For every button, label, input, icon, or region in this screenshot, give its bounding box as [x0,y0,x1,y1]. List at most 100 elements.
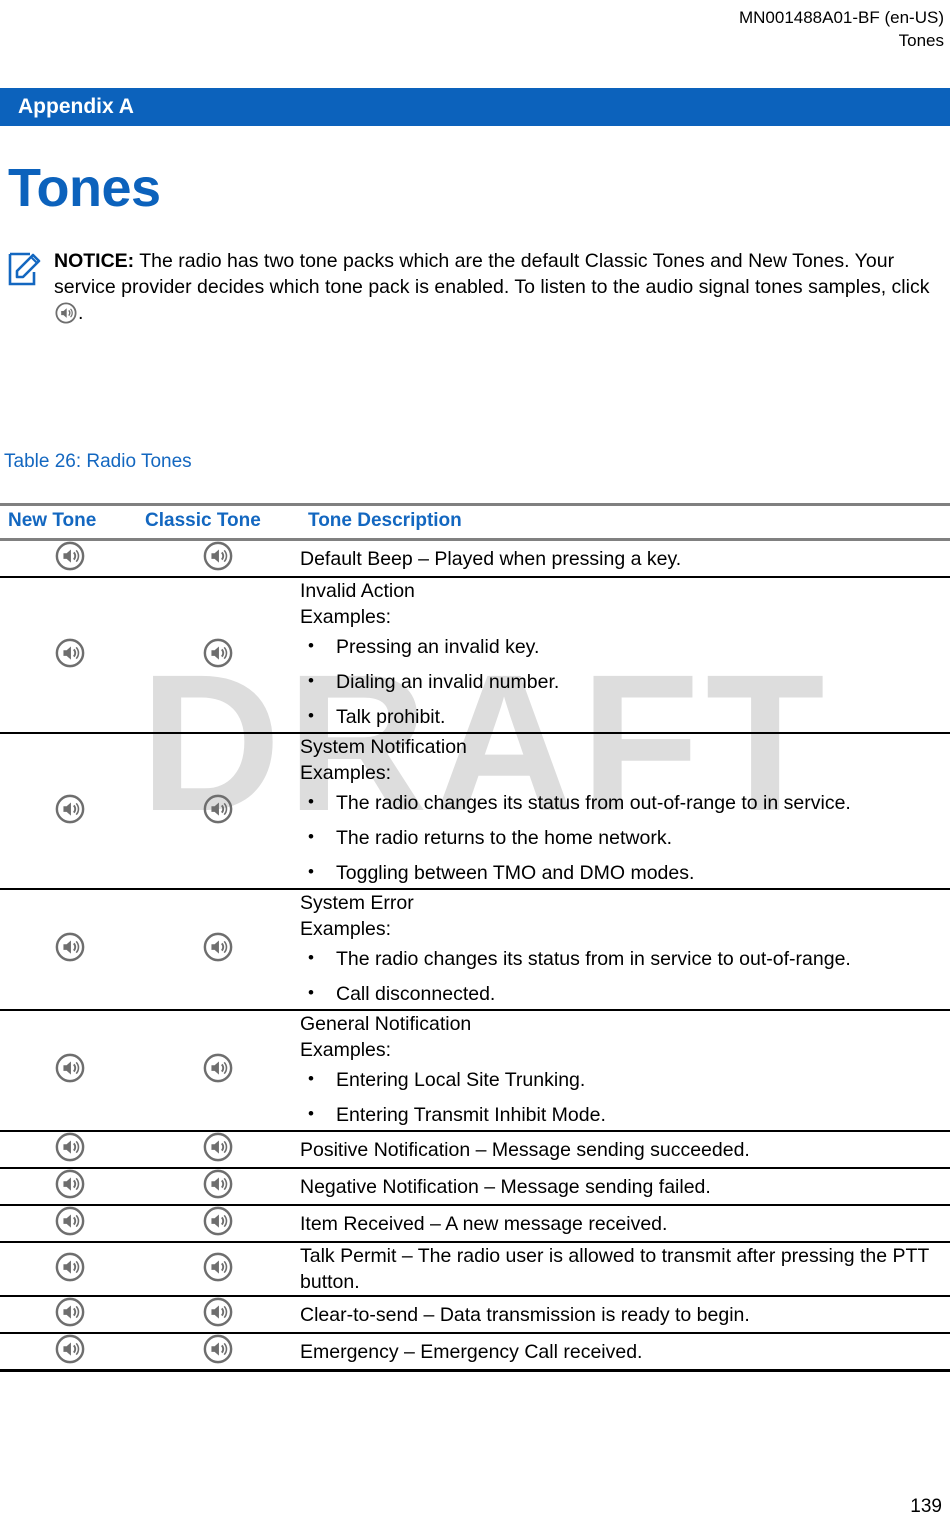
page-number: 139 [910,1496,942,1517]
note-pencil-icon [8,248,48,293]
tone-description-text: Clear-to-send – Data transmission is rea… [300,1303,750,1326]
tone-description-cell: General Notification Examples: Entering L… [300,1010,950,1132]
tone-example-list: Entering Local Site Trunking. Entering Tr… [300,1066,950,1128]
tone-description-text: Positive Notification – Message sending … [300,1138,750,1161]
speaker-icon[interactable] [203,1053,233,1087]
page-title: Tones [8,158,161,218]
speaker-icon[interactable] [55,1206,85,1240]
notice-block: NOTICE: The radio has two tone packs whi… [8,248,938,331]
list-item: The radio changes its status from in ser… [300,945,950,972]
tone-example-list: The radio changes its status from in ser… [300,945,950,1007]
speaker-icon[interactable] [55,794,85,828]
tone-description-cell: Clear-to-send – Data transmission is rea… [300,1296,950,1334]
speaker-icon[interactable] [203,794,233,828]
new-tone-cell [0,1168,135,1206]
column-header-tone-description: Tone Description [300,503,950,541]
speaker-icon[interactable] [55,932,85,966]
tone-example-list: The radio changes its status from out-of… [300,789,950,886]
classic-tone-cell [135,577,300,734]
tone-description-text: Invalid Action Examples: [300,580,415,628]
new-tone-cell [0,577,135,734]
tone-description-text: Emergency – Emergency Call received. [300,1340,643,1363]
list-item: Pressing an invalid key. [300,633,950,660]
speaker-icon[interactable] [203,1206,233,1240]
speaker-icon[interactable] [55,1169,85,1203]
classic-tone-cell [135,1205,300,1243]
new-tone-cell [0,1205,135,1243]
new-tone-cell [0,1242,135,1297]
table-row: Emergency – Emergency Call received. [0,1333,950,1372]
classic-tone-cell [135,1333,300,1372]
tone-description-cell: Talk Permit – The radio user is allowed … [300,1242,950,1297]
tone-description-text: General Notification Examples: [300,1013,472,1061]
tone-description-cell: Emergency – Emergency Call received. [300,1333,950,1372]
list-item: Entering Transmit Inhibit Mode. [300,1101,950,1128]
classic-tone-cell [135,539,300,578]
classic-tone-cell [135,889,300,1011]
speaker-icon[interactable] [55,302,77,331]
notice-label: NOTICE: [54,250,135,272]
table-row: System Notification Examples: The radio c… [0,733,950,890]
tone-example-list: Pressing an invalid key. Dialing an inval… [300,633,950,730]
speaker-icon[interactable] [203,1252,233,1286]
tone-description-text: Default Beep – Played when pressing a ke… [300,547,682,570]
tone-description-cell: Invalid Action Examples: Pressing an inva… [300,577,950,734]
running-header: MN001488A01-BF (en-US) Tones [739,6,944,52]
speaker-icon[interactable] [55,1297,85,1331]
list-item: The radio returns to the home network. [300,824,950,851]
speaker-icon[interactable] [55,638,85,672]
tone-description-cell: Positive Notification – Message sending … [300,1131,950,1169]
radio-tones-table: New Tone Classic Tone Tone Description D… [0,503,950,1372]
notice-text: NOTICE: The radio has two tone packs whi… [48,248,938,331]
new-tone-cell [0,1010,135,1132]
speaker-icon[interactable] [203,932,233,966]
tone-description-cell: Item Received – A new message received. [300,1205,950,1243]
column-header-new-tone: New Tone [0,503,135,541]
speaker-icon[interactable] [203,638,233,672]
new-tone-cell [0,1333,135,1372]
table-row: Default Beep – Played when pressing a ke… [0,539,950,578]
table-row: Item Received – A new message received. [0,1205,950,1243]
classic-tone-cell [135,1296,300,1334]
tone-description-text: Negative Notification – Message sending … [300,1175,711,1198]
speaker-icon[interactable] [203,1132,233,1166]
speaker-icon[interactable] [55,1252,85,1286]
appendix-banner: Appendix A [0,88,950,126]
list-item: Talk prohibit. [300,703,950,730]
tone-description-cell: Negative Notification – Message sending … [300,1168,950,1206]
table-row: Talk Permit – The radio user is allowed … [0,1242,950,1297]
new-tone-cell [0,889,135,1011]
speaker-icon[interactable] [203,1334,233,1368]
tone-description-text: System Error Examples: [300,892,414,940]
tone-description-cell: System Notification Examples: The radio c… [300,733,950,890]
speaker-icon[interactable] [203,1297,233,1331]
new-tone-cell [0,1296,135,1334]
tone-description-cell: System Error Examples: The radio changes … [300,889,950,1011]
table-header-row: New Tone Classic Tone Tone Description [0,503,950,541]
classic-tone-cell [135,1010,300,1132]
notice-text-end: . [78,302,84,324]
new-tone-cell [0,539,135,578]
table-row: System Error Examples: The radio changes … [0,889,950,1011]
new-tone-cell [0,1131,135,1169]
table-row: Invalid Action Examples: Pressing an inva… [0,577,950,734]
speaker-icon[interactable] [55,1334,85,1368]
speaker-icon[interactable] [55,1053,85,1087]
new-tone-cell [0,733,135,890]
table-row: Clear-to-send – Data transmission is rea… [0,1296,950,1334]
speaker-icon[interactable] [203,1169,233,1203]
classic-tone-cell [135,733,300,890]
tone-description-cell: Default Beep – Played when pressing a ke… [300,539,950,578]
list-item: Entering Local Site Trunking. [300,1066,950,1093]
speaker-icon[interactable] [55,541,85,575]
speaker-icon[interactable] [55,1132,85,1166]
table-row: Negative Notification – Message sending … [0,1168,950,1206]
classic-tone-cell [135,1131,300,1169]
table-row: General Notification Examples: Entering L… [0,1010,950,1132]
speaker-icon[interactable] [203,541,233,575]
tone-description-text: Item Received – A new message received. [300,1212,668,1235]
table-row: Positive Notification – Message sending … [0,1131,950,1169]
tone-description-text: System Notification Examples: [300,736,467,784]
list-item: Call disconnected. [300,980,950,1007]
document-id: MN001488A01-BF (en-US) [738,8,944,27]
